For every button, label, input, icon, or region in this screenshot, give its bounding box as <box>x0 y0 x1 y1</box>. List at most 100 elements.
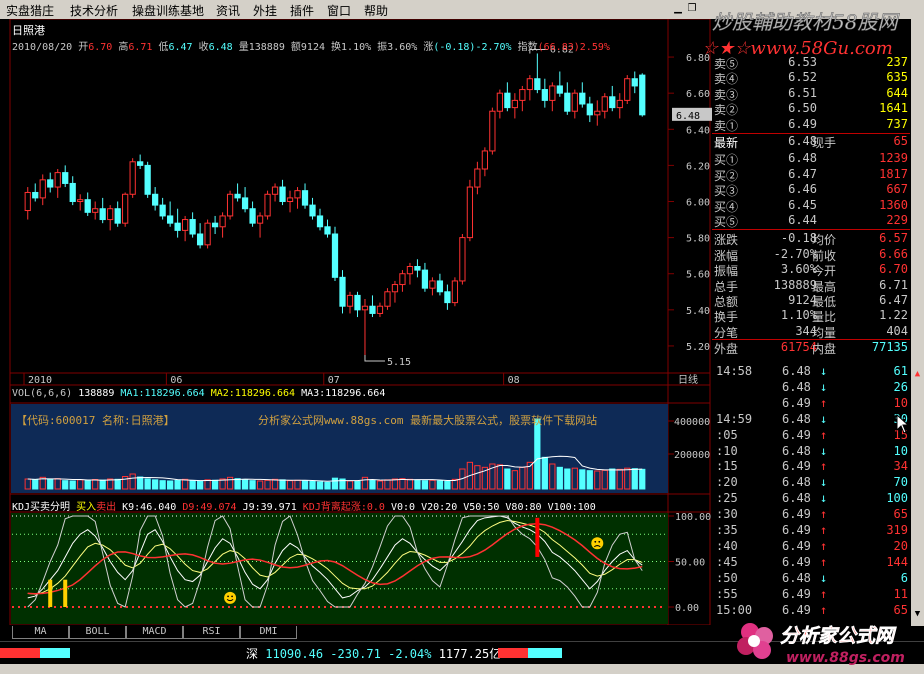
menu-item-6[interactable]: 插件 <box>290 2 314 19</box>
candle-body <box>114 208 121 224</box>
right-scrollbar[interactable]: ▲ ▼ <box>911 19 924 626</box>
candle-body <box>346 294 354 307</box>
menu-item-1[interactable]: 实盘猎庄 <box>6 2 54 19</box>
candle-body <box>556 85 563 94</box>
menu-item-3[interactable]: 操盘训练基地 <box>132 2 204 19</box>
tick-volume: 70 <box>893 475 908 490</box>
volume-bar <box>99 479 106 490</box>
volume-bar <box>77 479 84 490</box>
volume-bar <box>271 478 279 490</box>
candle-body <box>69 182 76 202</box>
menu-item-2[interactable]: 技术分析 <box>70 2 118 19</box>
volume-bar <box>234 478 241 490</box>
volume-bar <box>54 478 61 490</box>
tick-arrow-icon: ↓ <box>820 379 828 394</box>
candle-body <box>24 191 31 212</box>
candle-body <box>316 215 324 228</box>
quote-volume: 1.22 <box>879 308 908 323</box>
tab-ma[interactable]: MA <box>12 626 69 639</box>
menu-item-7[interactable]: 窗口 <box>327 2 351 19</box>
candle-body <box>39 179 46 199</box>
volume-bar <box>264 479 271 490</box>
candle-body <box>211 222 219 228</box>
candle-body <box>301 190 309 206</box>
menu-item-8[interactable]: 帮助 <box>364 2 388 19</box>
volume-bar <box>586 470 593 490</box>
outer-inner-row: 外盘 61754 内盘 77135 <box>712 339 910 356</box>
menu-item-4[interactable]: 资讯 <box>216 2 240 19</box>
quote-volume: 1641 <box>879 101 908 116</box>
tick-time: :50 <box>716 570 738 585</box>
candle-body <box>129 161 136 195</box>
quote-volume: 6.47 <box>879 293 908 307</box>
volume-bar <box>571 467 578 490</box>
tick-arrow-icon: ↓ <box>820 475 828 490</box>
candle-body <box>309 204 316 217</box>
stat-row: 总手 138889 最高 6.71 <box>712 278 910 294</box>
tab-rsi[interactable]: RSI <box>183 626 240 639</box>
candle-body <box>189 219 196 235</box>
candle-body <box>122 193 129 224</box>
volume-bar <box>24 478 31 490</box>
volume-bar <box>152 479 159 490</box>
tab-boll[interactable]: BOLL <box>69 626 126 639</box>
volume-bar <box>144 478 151 490</box>
tick-row: :05 6.49 ↑ 15 <box>712 428 910 444</box>
tick-time: :30 <box>716 507 738 522</box>
tick-volume: 100 <box>886 491 908 506</box>
volume-bar <box>504 468 511 490</box>
info-index-pct: 2.59% <box>579 42 610 53</box>
tick-volume: 10 <box>893 395 908 410</box>
indicator-tabs: MA BOLL MACD RSI DMI <box>0 626 712 639</box>
volume-bar <box>414 479 421 490</box>
volume-bar <box>301 480 309 490</box>
candle-body <box>384 291 391 307</box>
tick-price: 6.48 <box>782 411 811 426</box>
candle-body <box>264 193 271 217</box>
info-low: 6.47 <box>168 42 193 53</box>
info-close: 6.48 <box>208 42 233 53</box>
tab-macd[interactable]: MACD <box>126 626 183 639</box>
tick-volume: 6 <box>900 570 908 585</box>
vol-tick-label: 400000 <box>674 417 710 428</box>
stat-row: 换手 1.10% 量比 1.22 <box>712 308 910 324</box>
volume-bar <box>421 480 429 490</box>
candle-body <box>32 191 39 199</box>
candle-body <box>586 103 593 116</box>
trough-leader <box>364 354 385 362</box>
tick-price: 6.48 <box>782 570 811 585</box>
tick-volume: 20 <box>893 538 908 553</box>
chart-area[interactable]: 6.806.606.406.206.005.805.605.405.206.48… <box>0 19 712 625</box>
volume-bar <box>286 480 294 490</box>
watermark-58gu: 炒股輔助教材58股网 ☆★☆www.58Gu.com <box>702 10 901 59</box>
tick-price: 6.48 <box>782 475 811 490</box>
quote-volume: 1817 <box>879 166 908 181</box>
tick-time: :40 <box>716 538 738 553</box>
candle-body <box>84 199 91 213</box>
candle-body <box>196 233 204 246</box>
info-date: 2010/08/20 <box>12 42 73 53</box>
menu-item-5[interactable]: 外挂 <box>253 2 277 19</box>
volume-bar <box>564 468 571 490</box>
tick-arrow-icon: ↑ <box>820 586 828 601</box>
ask-row: 卖② 6.50 1641 <box>712 101 910 117</box>
bid-row: 买③ 6.46 667 <box>712 182 910 198</box>
tick-row: :30 6.49 ↑ 65 <box>712 507 910 523</box>
candle-body <box>99 208 106 221</box>
tab-dmi[interactable]: DMI <box>240 626 297 639</box>
tick-volume: 26 <box>893 379 908 394</box>
volume-bar <box>444 480 451 490</box>
quote-volume: 737 <box>886 116 908 131</box>
volume-bar <box>174 479 181 490</box>
quote-volume: 1239 <box>879 151 908 166</box>
tick-arrow-icon: ↑ <box>820 554 828 569</box>
scroll-up-icon[interactable]: ▲ <box>912 369 923 381</box>
tick-volume: 10 <box>893 443 908 458</box>
volume-bar <box>579 469 586 490</box>
tick-price: 6.49 <box>782 427 811 442</box>
quote-volume: 644 <box>886 85 908 100</box>
stat-row: 总额 9124 最低 6.47 <box>712 293 910 309</box>
tick-volume: 34 <box>893 459 908 474</box>
candle-body <box>331 233 339 278</box>
volume-bar <box>511 470 518 490</box>
